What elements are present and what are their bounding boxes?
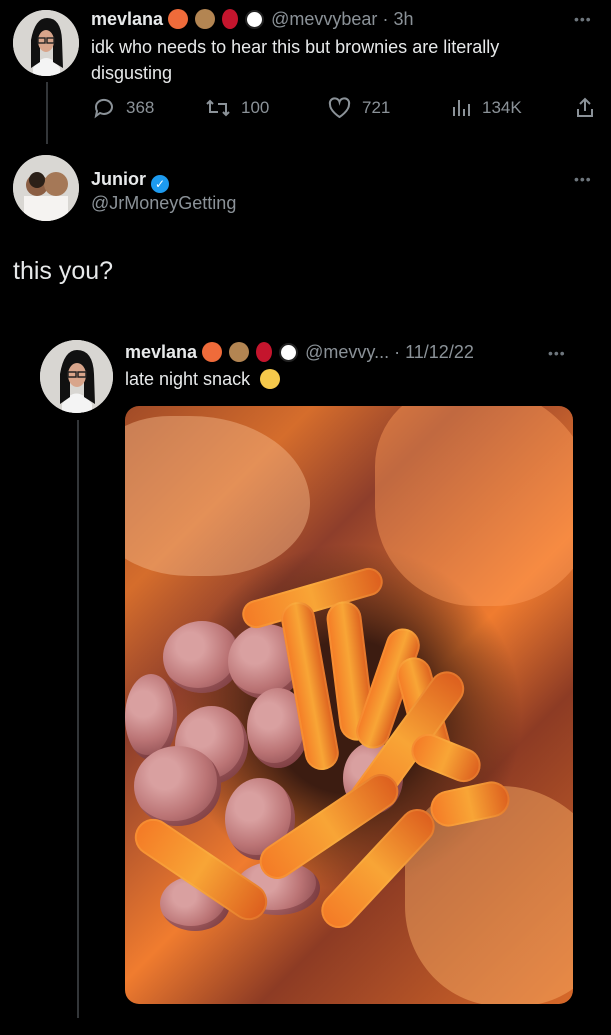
junior-avatar-image	[13, 155, 79, 221]
heart-icon	[328, 97, 351, 119]
quoted-teddy-bear-emoji-icon	[229, 342, 250, 362]
quoted-rose-emoji-icon	[256, 342, 273, 362]
reply-icon	[94, 98, 113, 119]
views-button[interactable]: 134K	[450, 96, 522, 120]
retweet-icon	[206, 99, 230, 117]
quoted-basketball-emoji-icon	[202, 342, 223, 362]
reply-count: 368	[126, 98, 155, 117]
quoted-tweet-photo[interactable]	[125, 406, 573, 1004]
quoted-thread-connector	[77, 420, 79, 1018]
mevlana-avatar[interactable]	[13, 10, 79, 76]
smiling-face-emoji-icon	[260, 369, 281, 389]
junior-avatar[interactable]	[13, 155, 79, 221]
mevlana-avatar-image	[13, 10, 79, 76]
quoted-author-avatar-image	[40, 340, 113, 413]
thread-connector	[46, 82, 48, 144]
quoted-more-options-icon[interactable]: •••	[548, 345, 566, 361]
foil-highlight	[125, 416, 310, 576]
verified-badge-icon: ✓	[151, 175, 170, 193]
share-icon	[577, 97, 593, 117]
basketball-emoji-icon	[168, 9, 189, 29]
views-icon	[453, 100, 470, 116]
share-button[interactable]	[574, 96, 596, 120]
quoted-soccer-ball-emoji-icon	[279, 343, 299, 362]
rose-emoji-icon	[222, 9, 239, 29]
retweet-button[interactable]: 100	[205, 96, 269, 120]
like-button[interactable]: 721	[327, 96, 390, 120]
tweet-text: idk who needs to hear this but brownies …	[91, 37, 500, 83]
reply-button[interactable]: 368	[92, 96, 154, 120]
views-count: 134K	[482, 98, 522, 117]
author-handle[interactable]: @mevvybear	[271, 9, 377, 29]
quoted-tweet-date[interactable]: 11/12/22	[405, 342, 474, 362]
quoted-author-name[interactable]: mevlana	[125, 342, 197, 362]
teddy-bear-emoji-icon	[195, 9, 216, 29]
soccer-ball-emoji-icon	[245, 10, 265, 29]
reply-author-name[interactable]: Junior	[91, 169, 146, 189]
reply-author-handle[interactable]: @JrMoneyGetting	[91, 193, 236, 214]
quoted-time-separator: ·	[394, 342, 401, 362]
like-count: 721	[362, 98, 391, 117]
quoted-author-avatar[interactable]	[40, 340, 113, 413]
quoted-author-handle[interactable]: @mevvy...	[305, 342, 389, 362]
reply-more-options-icon[interactable]: •••	[574, 171, 592, 187]
time-separator: ·	[382, 9, 389, 29]
reply-text: this you?	[13, 257, 114, 285]
retweet-count: 100	[241, 98, 270, 117]
hot-dog-slice	[134, 746, 221, 826]
more-options-icon[interactable]: •••	[574, 11, 592, 27]
foil-highlight	[375, 406, 573, 606]
quoted-tweet-text: late night snack	[125, 369, 251, 389]
author-name[interactable]: mevlana	[91, 9, 163, 29]
tweet-time[interactable]: 3h	[393, 9, 413, 29]
